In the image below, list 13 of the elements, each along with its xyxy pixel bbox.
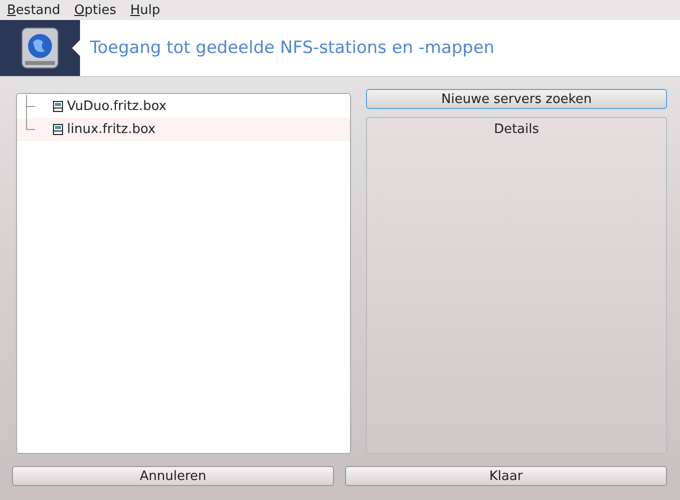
tree-item[interactable]: linux.fritz.box <box>17 118 350 141</box>
page-title: Toegang tot gedeelde NFS-stations en -mappen <box>90 38 494 58</box>
tree-item[interactable]: VuDuo.fritz.box <box>17 95 350 118</box>
menu-item[interactable]: Bestand <box>7 2 60 18</box>
server-icon <box>53 101 63 112</box>
server-icon <box>53 124 63 135</box>
menu-item[interactable]: Opties <box>74 2 116 18</box>
details-title: Details <box>494 122 540 138</box>
done-button[interactable]: Klaar <box>345 466 667 486</box>
cancel-button[interactable]: Annuleren <box>12 466 334 486</box>
search-servers-button[interactable]: Nieuwe servers zoeken <box>366 89 667 109</box>
menu-item[interactable]: Hulp <box>130 2 160 18</box>
pointer-icon <box>72 40 80 56</box>
